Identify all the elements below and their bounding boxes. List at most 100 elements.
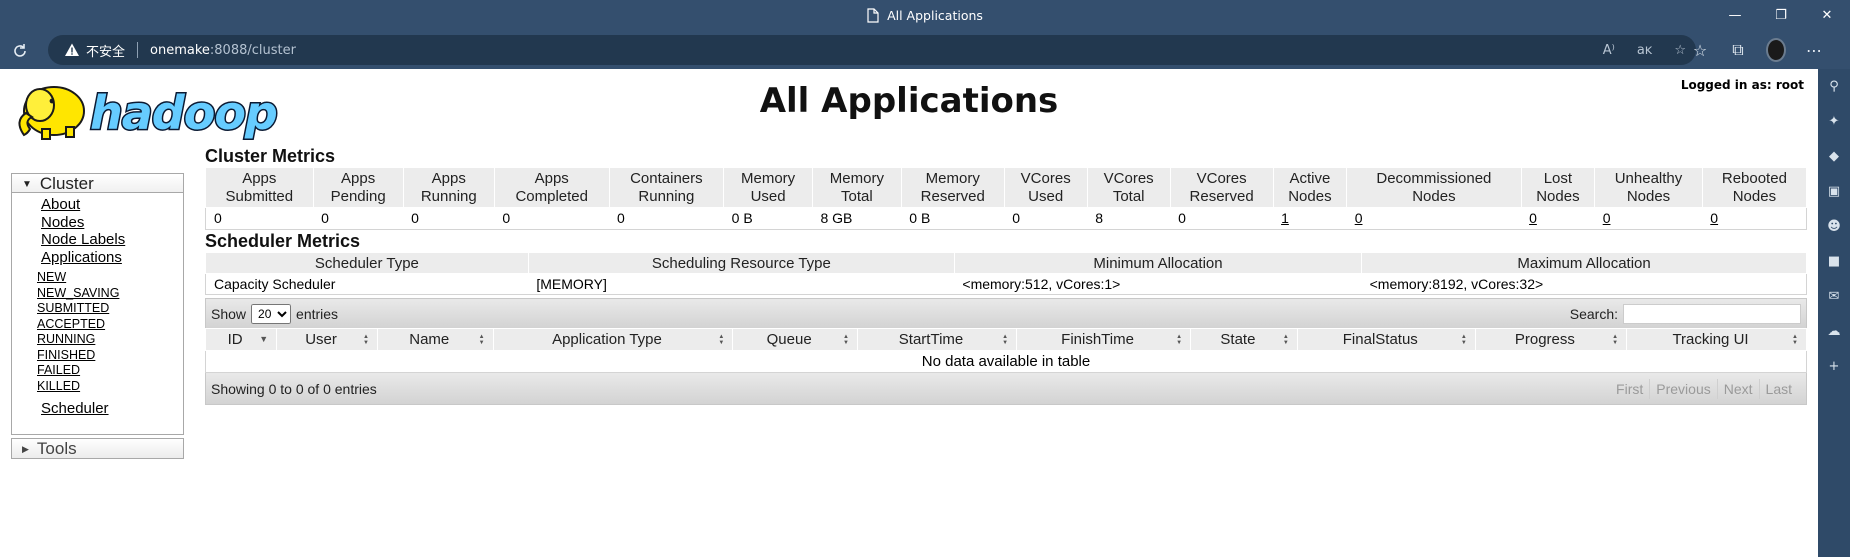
metric-value-apps-submitted: 0 <box>205 207 314 230</box>
metric-header-memory-reserved: Memory Reserved <box>900 167 1005 208</box>
metric-value-vcores-total: 8 <box>1087 207 1171 230</box>
metric-value-memory-used: 0 B <box>723 207 813 230</box>
nav-item-state-new: NEW <box>12 270 183 286</box>
minimize-icon[interactable]: — <box>1712 0 1758 31</box>
cloud-icon[interactable]: ☁ <box>1826 324 1842 340</box>
column-header-progress[interactable]: Progress ▲ ▼ <box>1474 328 1628 351</box>
column-header-application-type[interactable]: Application Type ▲ ▼ <box>492 328 734 351</box>
people-icon[interactable]: ☻ <box>1826 219 1842 235</box>
more-icon[interactable]: ⋯ <box>1804 40 1824 60</box>
pagination-next-button[interactable]: Next <box>1716 379 1759 399</box>
browser-title-bar: All Applications — ❐ ✕ <box>0 0 1850 31</box>
cluster-nav-header[interactable]: ▼ Cluster <box>12 174 183 193</box>
nav-link-about[interactable]: About <box>41 196 80 213</box>
nav-link-scheduler[interactable]: Scheduler <box>41 400 109 417</box>
column-header-finishtime[interactable]: FinishTime ▲ ▼ <box>1016 328 1192 351</box>
scheduler-metrics-row: Capacity Scheduler [MEMORY] <memory:512, v… <box>205 273 1807 295</box>
cluster-nav-links: About Nodes Node Labels Applications NEW NEW_… <box>12 193 183 418</box>
nav-item-state-failed: FAILED <box>12 363 183 379</box>
nav-link-state-failed[interactable]: FAILED <box>37 363 80 377</box>
metric-header-decommissioned-nodes: Decommissioned Nodes <box>1346 167 1522 208</box>
column-header-name[interactable]: Name ▲ ▼ <box>376 328 494 351</box>
metric-link-decommissioned-nodes[interactable]: 0 <box>1355 210 1363 226</box>
column-label: ID <box>227 331 243 348</box>
search-input[interactable] <box>1623 304 1801 324</box>
nav-link-state-new[interactable]: NEW <box>37 270 66 284</box>
profile-avatar[interactable] <box>1766 38 1786 62</box>
column-header-state[interactable]: State ▲ ▼ <box>1190 328 1298 351</box>
nav-link-node-labels[interactable]: Node Labels <box>41 231 125 248</box>
applications-table: ID ▼ User ▲ ▼ Name ▲ ▼ Application Type ▲ ▼ Queue ▲ ▼… <box>204 328 1807 373</box>
metric-header-line: Reserved <box>1189 188 1254 205</box>
nav-link-state-submitted[interactable]: SUBMITTED <box>37 301 109 315</box>
outlook-icon[interactable]: ✉ <box>1826 289 1842 305</box>
plus-icon[interactable]: + <box>1826 359 1842 375</box>
metric-value-decommissioned-nodes: 0 <box>1346 207 1522 230</box>
metric-header-line: VCores <box>1196 170 1247 187</box>
metric-header-line: Reserved <box>920 188 985 205</box>
office-icon[interactable]: ■ <box>1826 254 1842 270</box>
tab-title: All Applications <box>887 8 983 23</box>
column-header-tracking-ui[interactable]: Tracking UI ▲ ▼ <box>1626 328 1807 351</box>
metric-link-rebooted-nodes[interactable]: 0 <box>1710 210 1718 226</box>
tag-icon[interactable]: ◆ <box>1826 149 1842 165</box>
close-icon[interactable]: ✕ <box>1804 0 1850 31</box>
page-size-select[interactable]: 20 <box>251 304 292 324</box>
metric-value-apps-running: 0 <box>403 207 495 230</box>
sparkle-icon[interactable]: ✦ <box>1826 114 1842 130</box>
apps-table-toolbar: Show 20 entries Search: <box>205 298 1807 328</box>
add-favorite-icon[interactable]: ☆ <box>1674 43 1686 58</box>
warning-icon[interactable] <box>64 42 80 58</box>
column-label: User <box>305 331 337 348</box>
column-header-id[interactable]: ID ▼ <box>204 328 278 351</box>
metric-header-apps-completed: Apps Completed <box>493 167 610 208</box>
metric-header-containers-running: Containers Running <box>608 167 725 208</box>
metric-header-line: Nodes <box>1732 188 1777 205</box>
column-header-finalstatus[interactable]: FinalStatus ▲ ▼ <box>1296 328 1476 351</box>
column-header-queue[interactable]: Queue ▲ ▼ <box>732 328 858 351</box>
column-header-user[interactable]: User ▲ ▼ <box>276 328 378 351</box>
restore-icon[interactable]: ❐ <box>1758 0 1804 31</box>
pagination-first-button[interactable]: First <box>1610 379 1649 399</box>
metric-header-line: Running <box>420 188 477 205</box>
nav-link-state-killed[interactable]: KILLED <box>37 379 80 393</box>
pagination-previous-button[interactable]: Previous <box>1649 379 1716 399</box>
metric-link-active-nodes[interactable]: 1 <box>1281 210 1289 226</box>
address-bar[interactable]: 不安全 onemake:8088/cluster A⁾ aᴋ ☆ <box>48 35 1696 65</box>
briefcase-icon[interactable]: ▣ <box>1826 184 1842 200</box>
scheduler-header-scheduling-resource-type: Scheduling Resource Type <box>527 252 955 274</box>
pagination-last-button[interactable]: Last <box>1758 379 1798 399</box>
nav-link-nodes[interactable]: Nodes <box>41 214 84 231</box>
translate-icon[interactable]: aᴋ <box>1637 43 1653 58</box>
metric-value-memory-reserved: 0 B <box>901 207 1005 230</box>
metric-header-line: Completed <box>515 188 588 205</box>
metric-header-line: Used <box>1028 188 1064 205</box>
metric-value-vcores-used: 0 <box>1004 207 1088 230</box>
tools-nav-header[interactable]: ▶ Tools <box>11 438 184 459</box>
metric-link-lost-nodes[interactable]: 0 <box>1529 210 1537 226</box>
metric-header-line: Nodes <box>1288 188 1332 205</box>
nav-link-applications[interactable]: Applications <box>41 249 122 266</box>
tools-nav-label: Tools <box>36 439 77 458</box>
metric-header-line: Lost <box>1543 170 1573 187</box>
sort-icon: ▲ ▼ <box>1792 334 1798 346</box>
nav-link-state-accepted[interactable]: ACCEPTED <box>37 317 105 331</box>
chevron-down-icon: ▼ <box>22 179 32 190</box>
search-control: Search: <box>1570 304 1801 324</box>
nav-link-state-new-saving[interactable]: NEW_SAVING <box>37 286 119 300</box>
metric-link-unhealthy-nodes[interactable]: 0 <box>1603 210 1611 226</box>
cluster-metrics-row: 000000 B8 GB 0 B08010000 <box>205 207 1807 230</box>
metric-header-line: Used <box>750 188 786 205</box>
collections-icon[interactable]: ⧉ <box>1728 40 1748 60</box>
column-header-starttime[interactable]: StartTime ▲ ▼ <box>856 328 1018 351</box>
reload-icon[interactable] <box>8 39 32 63</box>
insecure-label[interactable]: 不安全 <box>86 41 125 60</box>
nav-link-state-running[interactable]: RUNNING <box>37 332 95 346</box>
search-icon[interactable]: ⚲ <box>1826 79 1842 95</box>
nav-link-state-finished[interactable]: FINISHED <box>37 348 95 362</box>
metric-header-line: Memory <box>925 170 980 187</box>
metric-header-active-nodes: Active Nodes <box>1272 167 1348 208</box>
favorites-icon[interactable]: ☆ <box>1690 40 1710 60</box>
page-content: hadoop Logged in as: root All Applicatio… <box>0 69 1818 557</box>
read-aloud-icon[interactable]: A⁾ <box>1603 43 1615 58</box>
